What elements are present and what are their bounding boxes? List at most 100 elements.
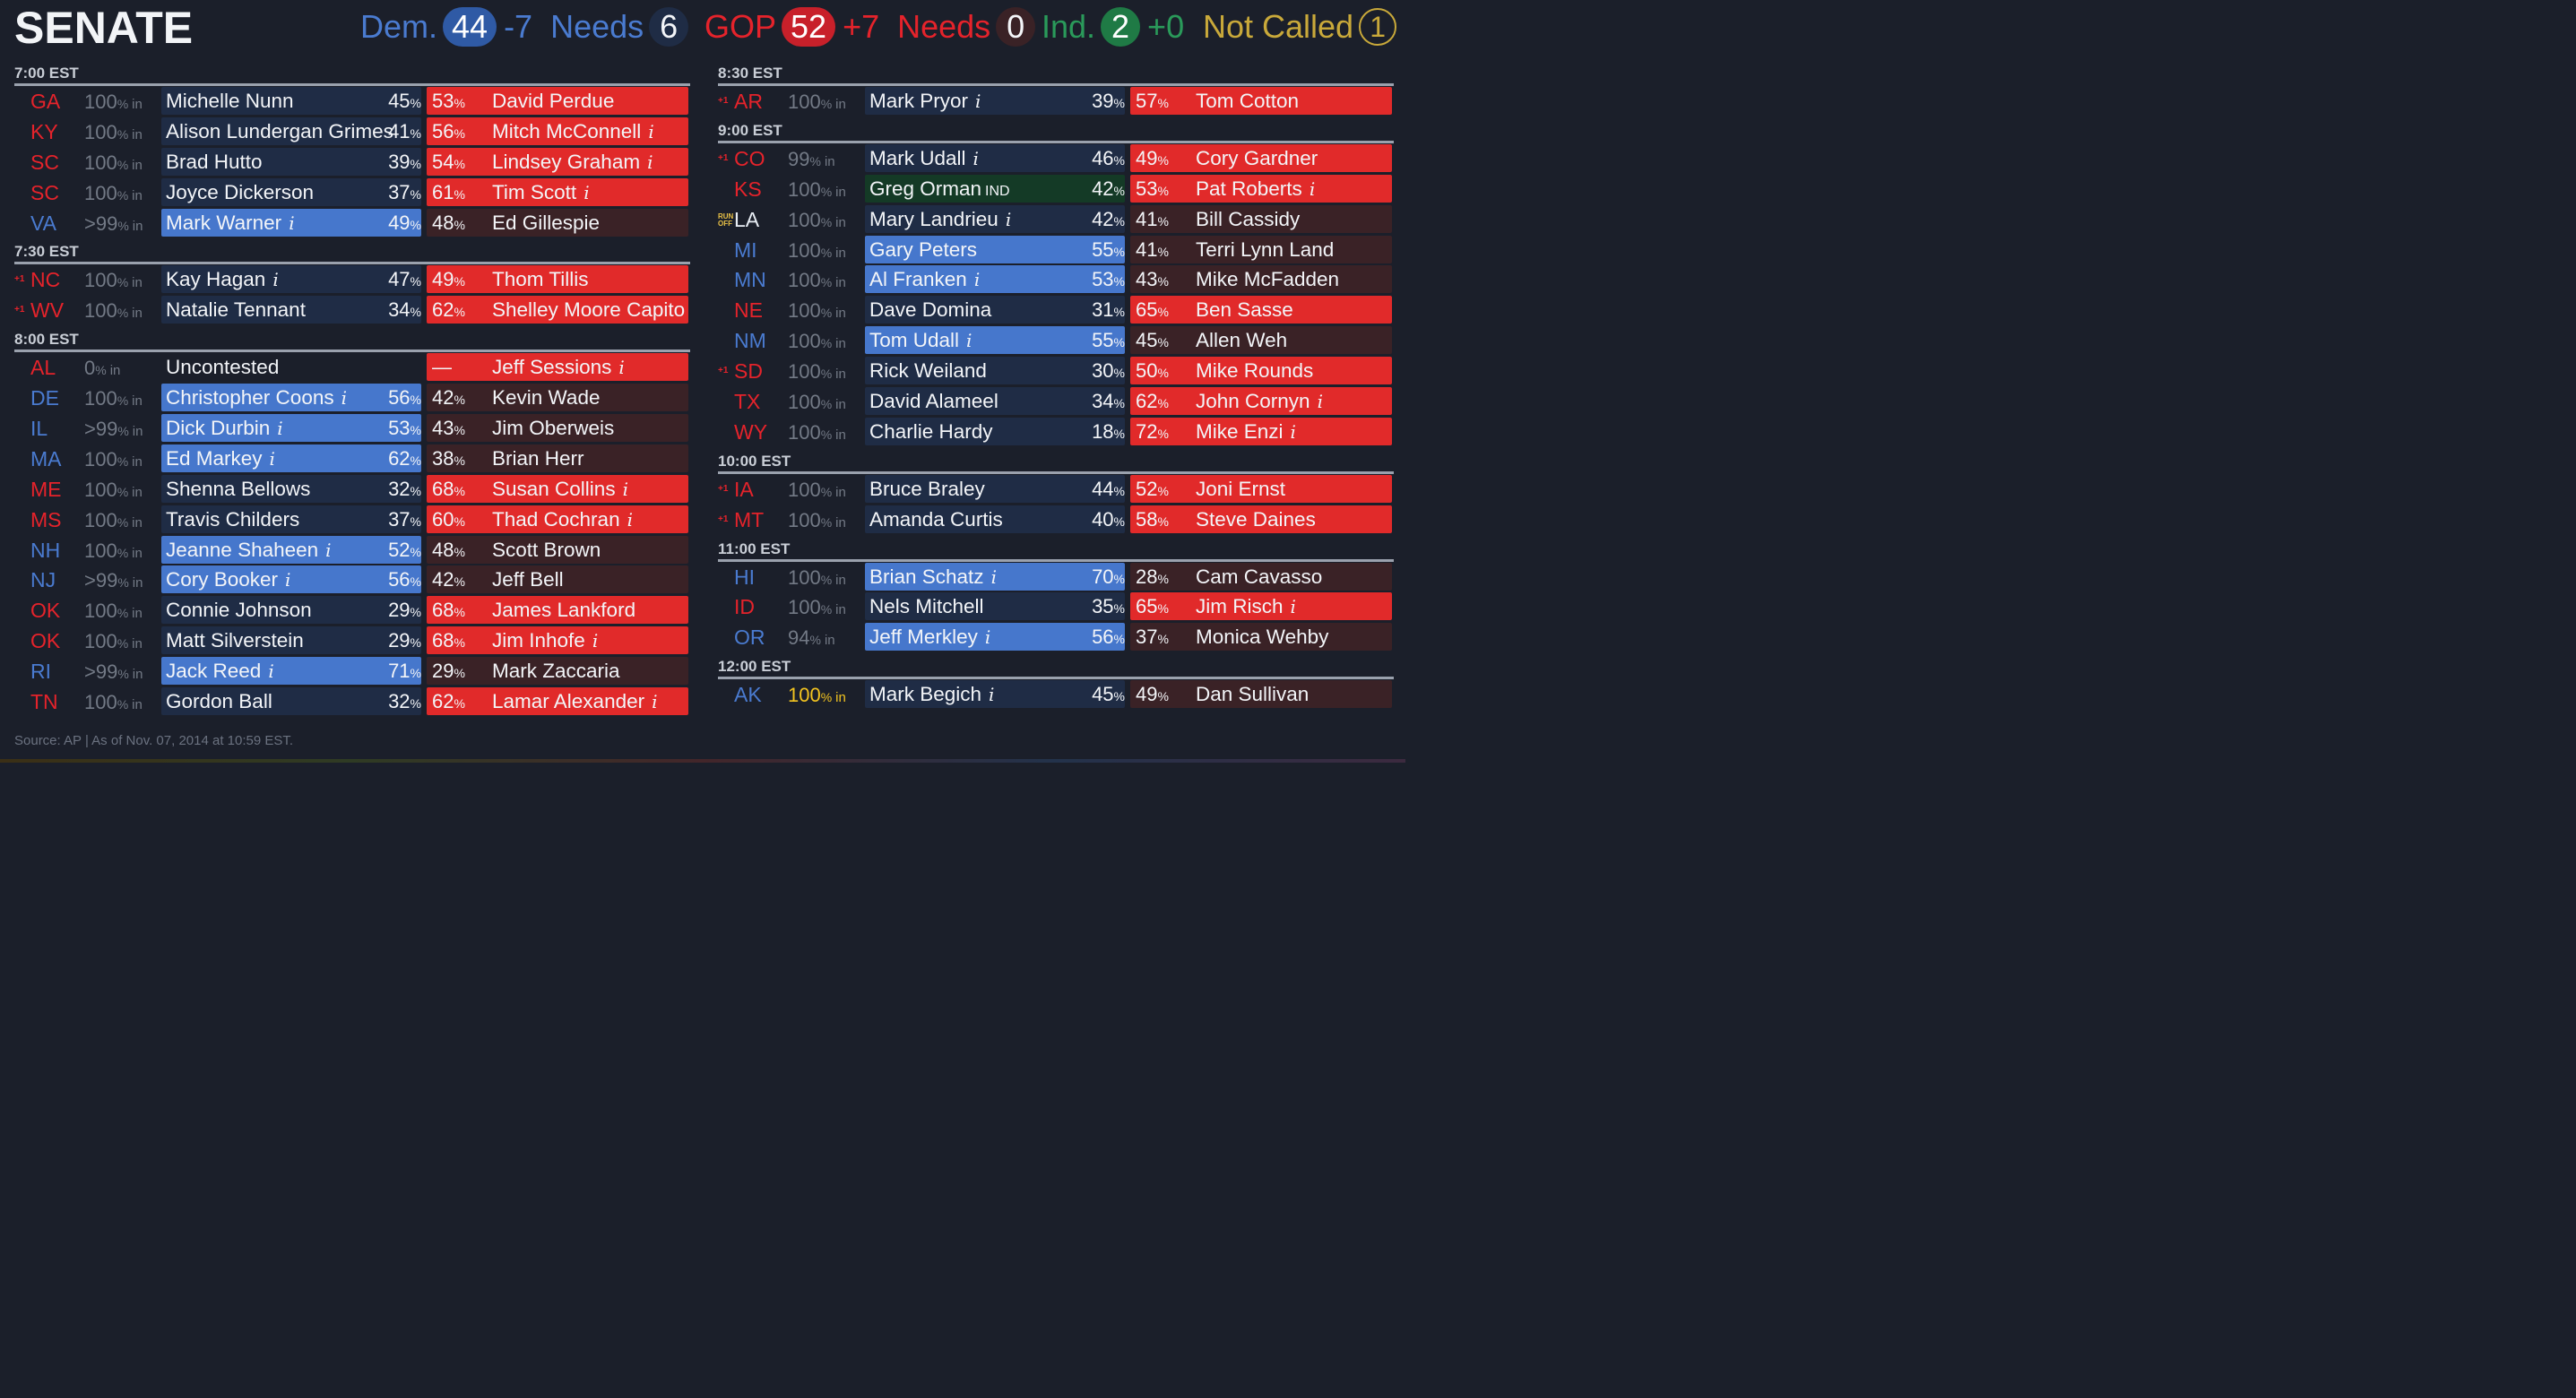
race-row[interactable]: AK 100% in Mark Begich i 45% 49% Dan Sullivan [718, 679, 1394, 710]
race-row[interactable]: NJ >99% in Cory Booker i 56% 42% Jeff Bell [14, 565, 690, 595]
race-row[interactable]: AL 0% in Uncontested — Jeff Sessions i [14, 352, 690, 383]
dem-candidate-name[interactable]: Bruce Braley [869, 478, 985, 501]
gop-candidate-name[interactable]: Jim Oberweis [492, 417, 614, 440]
dem-candidate-name[interactable]: Amanda Curtis [869, 508, 1003, 531]
dem-candidate-name[interactable]: Tom Udall i [869, 329, 972, 352]
race-row[interactable]: OK 100% in Connie Johnson 29% 68% James Lankfo… [14, 595, 690, 626]
gop-candidate-name[interactable]: Susan Collins i [492, 478, 628, 501]
gop-candidate-name[interactable]: Pat Roberts i [1196, 177, 1315, 201]
dem-candidate-name[interactable]: Jack Reed i [166, 660, 274, 683]
race-row[interactable]: SC 100% in Brad Hutto 39% 54% Lindsey Graham i [14, 147, 690, 177]
dem-candidate-name[interactable]: Charlie Hardy [869, 420, 993, 444]
gop-candidate-name[interactable]: Ed Gillespie [492, 211, 600, 235]
info-icon[interactable]: i [1291, 596, 1296, 617]
dem-candidate-name[interactable]: Connie Johnson [166, 599, 312, 622]
gop-candidate-name[interactable]: Bill Cassidy [1196, 208, 1300, 231]
race-row[interactable]: +1 MT 100% in Amanda Curtis 40% 58% Steve Daine… [718, 505, 1394, 535]
info-icon[interactable]: i [289, 212, 294, 234]
race-row[interactable]: +1 WV 100% in Natalie Tennant 34% 62% Shelley M… [14, 295, 690, 325]
dem-candidate-name[interactable]: Mark Warner i [166, 211, 295, 235]
gop-candidate-name[interactable]: Tim Scott i [492, 181, 590, 204]
gop-candidate-name[interactable]: Lindsey Graham i [492, 151, 653, 174]
race-row[interactable]: OR 94% in Jeff Merkley i 56% 37% Monica Wehby [718, 622, 1394, 652]
info-icon[interactable]: i [325, 539, 331, 561]
race-row[interactable]: GA 100% in Michelle Nunn 45% 53% David Perdue [14, 86, 690, 116]
race-row[interactable]: IL >99% in Dick Durbin i 53% 43% Jim Oberweis [14, 413, 690, 444]
dem-candidate-name[interactable]: Cory Booker i [166, 568, 290, 591]
race-row[interactable]: ME 100% in Shenna Bellows 32% 68% Susan Collin… [14, 474, 690, 505]
dem-candidate-name[interactable]: Jeff Merkley i [869, 626, 990, 649]
dem-candidate-name[interactable]: Kay Hagan i [166, 268, 279, 291]
info-icon[interactable]: i [1310, 178, 1315, 200]
gop-candidate-name[interactable]: Cam Cavasso [1196, 565, 1322, 589]
race-row[interactable]: +1 NC 100% in Kay Hagan i 47% 49% Thom Tillis [14, 264, 690, 295]
race-row[interactable]: RI >99% in Jack Reed i 71% 29% Mark Zaccaria [14, 656, 690, 686]
gop-candidate-name[interactable]: David Perdue [492, 90, 614, 113]
dem-candidate-name[interactable]: Joyce Dickerson [166, 181, 314, 204]
race-row[interactable]: ID 100% in Nels Mitchell 35% 65% Jim Risch i [718, 591, 1394, 622]
race-row[interactable]: MN 100% in Al Franken i 53% 43% Mike McFadden [718, 264, 1394, 295]
race-row[interactable]: MS 100% in Travis Childers 37% 60% Thad Cochra… [14, 505, 690, 535]
dem-candidate-name[interactable]: Matt Silverstein [166, 629, 304, 652]
info-icon[interactable]: i [652, 691, 657, 712]
info-icon[interactable]: i [268, 660, 273, 682]
gop-candidate-name[interactable]: Cory Gardner [1196, 147, 1318, 170]
race-row[interactable]: NM 100% in Tom Udall i 55% 45% Allen Weh [718, 325, 1394, 356]
race-row[interactable]: KS 100% in Greg Orman IND 42% 53% Pat Roberts i [718, 174, 1394, 204]
gop-candidate-name[interactable]: James Lankford [492, 599, 635, 622]
info-icon[interactable]: i [592, 630, 598, 652]
info-icon[interactable]: i [989, 684, 994, 705]
race-row[interactable]: +1 CO 99% in Mark Udall i 46% 49% Cory Gardner [718, 143, 1394, 174]
race-row[interactable]: SC 100% in Joyce Dickerson 37% 61% Tim Scott i [14, 177, 690, 208]
info-icon[interactable]: i [1318, 391, 1323, 412]
gop-candidate-name[interactable]: Thom Tillis [492, 268, 589, 291]
dem-candidate-name[interactable]: Mary Landrieu i [869, 208, 1011, 231]
info-icon[interactable]: i [975, 91, 981, 112]
race-row[interactable]: VA >99% in Mark Warner i 49% 48% Ed Gillespie [14, 208, 690, 238]
race-row[interactable]: RUN OFF LA 100% in Mary Landrieu i 42% 41% Bill … [718, 204, 1394, 235]
race-row[interactable]: OK 100% in Matt Silverstein 29% 68% Jim Inhofe… [14, 626, 690, 656]
gop-candidate-name[interactable]: Jim Inhofe i [492, 629, 598, 652]
race-row[interactable]: +1 SD 100% in Rick Weiland 30% 50% Mike Rounds [718, 356, 1394, 386]
race-row[interactable]: +1 AR 100% in Mark Pryor i 39% 57% Tom Cotton [718, 86, 1394, 116]
info-icon[interactable]: i [277, 418, 282, 439]
dem-candidate-name[interactable]: Gordon Ball [166, 690, 272, 713]
dem-candidate-name[interactable]: Travis Childers [166, 508, 299, 531]
race-row[interactable]: WY 100% in Charlie Hardy 18% 72% Mike Enzi i [718, 417, 1394, 447]
gop-candidate-name[interactable]: Steve Daines [1196, 508, 1316, 531]
gop-candidate-name[interactable]: Ben Sasse [1196, 298, 1293, 322]
gop-candidate-name[interactable]: Mark Zaccaria [492, 660, 620, 683]
dem-candidate-name[interactable]: Brian Schatz i [869, 565, 997, 589]
info-icon[interactable]: i [648, 121, 653, 142]
info-icon[interactable]: i [974, 269, 980, 290]
dem-candidate-name[interactable]: Alison Lundergan Grimes [166, 120, 393, 143]
dem-candidate-name[interactable]: Greg Orman IND [869, 177, 1010, 201]
gop-candidate-name[interactable]: Jeff Bell [492, 568, 564, 591]
info-icon[interactable]: i [583, 182, 589, 203]
gop-candidate-name[interactable]: Scott Brown [492, 539, 601, 562]
gop-candidate-name[interactable]: Mike McFadden [1196, 268, 1339, 291]
info-icon[interactable]: i [985, 626, 990, 648]
gop-candidate-name[interactable]: Dan Sullivan [1196, 683, 1309, 706]
info-icon[interactable]: i [966, 330, 972, 351]
info-icon[interactable]: i [1291, 421, 1296, 443]
dem-candidate-name[interactable]: Michelle Nunn [166, 90, 294, 113]
gop-candidate-name[interactable]: Mitch McConnell i [492, 120, 654, 143]
gop-candidate-name[interactable]: Brian Herr [492, 447, 584, 470]
race-row[interactable]: MI 100% in Gary Peters 55% 41% Terri Lynn Land [718, 235, 1394, 265]
dem-candidate-name[interactable]: Jeanne Shaheen i [166, 539, 332, 562]
gop-candidate-name[interactable]: Joni Ernst [1196, 478, 1285, 501]
race-row[interactable]: +1 IA 100% in Bruce Braley 44% 52% Joni Ernst [718, 474, 1394, 505]
info-icon[interactable]: i [341, 387, 347, 409]
gop-candidate-name[interactable]: Mike Enzi i [1196, 420, 1296, 444]
race-row[interactable]: NH 100% in Jeanne Shaheen i 52% 48% Scott Brown [14, 535, 690, 565]
race-row[interactable]: HI 100% in Brian Schatz i 70% 28% Cam Cavasso [718, 562, 1394, 592]
info-icon[interactable]: i [973, 148, 979, 169]
race-row[interactable]: MA 100% in Ed Markey i 62% 38% Brian Herr [14, 444, 690, 474]
info-icon[interactable]: i [618, 357, 624, 378]
info-icon[interactable]: i [991, 566, 997, 588]
dem-candidate-name[interactable]: Christopher Coons i [166, 386, 347, 410]
gop-candidate-name[interactable]: Lamar Alexander i [492, 690, 658, 713]
info-icon[interactable]: i [1006, 209, 1011, 230]
dem-candidate-name[interactable]: Uncontested [166, 356, 279, 379]
